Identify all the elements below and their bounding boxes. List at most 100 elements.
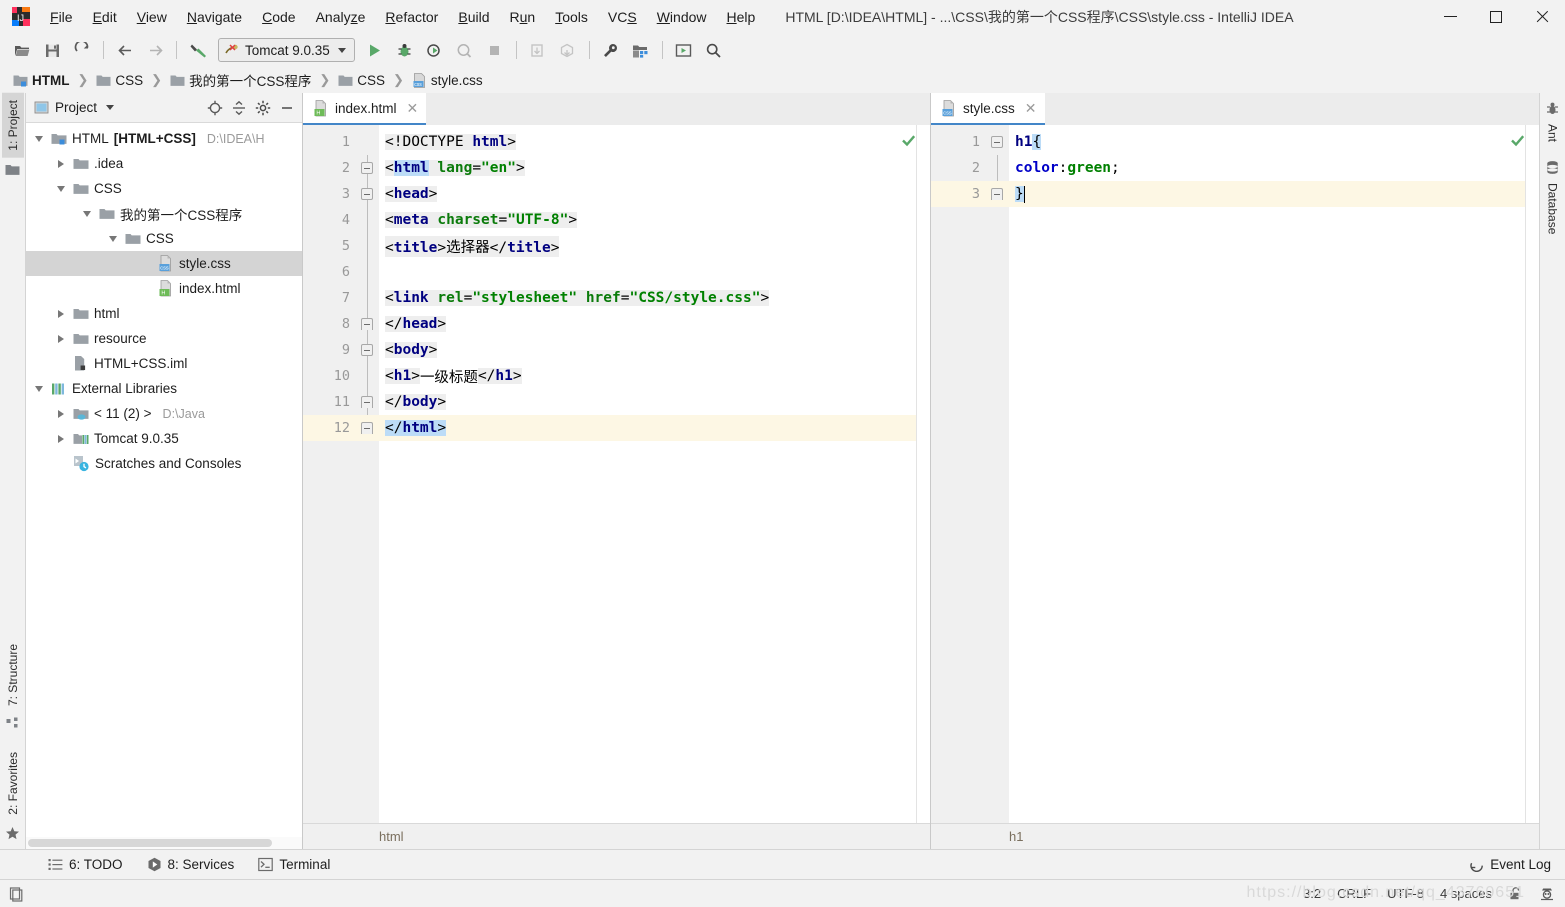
fold-marker[interactable] [361, 162, 373, 174]
html-element-breadcrumb[interactable]: html [303, 823, 930, 849]
tree-row-style-css[interactable]: css style.css [26, 251, 302, 276]
close-icon[interactable]: ✕ [1025, 100, 1037, 117]
menu-help[interactable]: Help [717, 5, 766, 29]
chevron-down-icon[interactable] [32, 385, 46, 392]
search-everywhere-icon[interactable] [700, 37, 728, 63]
menu-run[interactable]: Run [500, 5, 546, 29]
chevron-down-icon[interactable] [54, 185, 68, 192]
hammer-icon[interactable] [184, 37, 212, 63]
refresh-icon[interactable] [68, 37, 96, 63]
chevron-down-icon[interactable] [106, 235, 120, 242]
line-separator[interactable]: CRLF [1337, 886, 1371, 901]
unlocked-icon[interactable] [1508, 886, 1523, 901]
caret-position[interactable]: 3:2 [1303, 886, 1321, 901]
run-play-icon[interactable] [361, 37, 389, 63]
chevron-right-icon[interactable] [54, 309, 68, 318]
wrench-icon[interactable] [597, 37, 625, 63]
menu-file[interactable]: File [40, 5, 83, 29]
tree-row-css-sub[interactable]: CSS [26, 226, 302, 251]
maximize-button[interactable] [1473, 0, 1519, 33]
open-folder-icon[interactable] [8, 37, 36, 63]
file-encoding[interactable]: UTF-8 [1387, 886, 1424, 901]
chevron-right-icon[interactable] [54, 409, 68, 418]
inspection-status-icon[interactable] [901, 133, 916, 148]
select-opened-file-button[interactable] [204, 97, 226, 119]
menu-window[interactable]: Window [647, 5, 717, 29]
html-fold-gutter[interactable] [357, 125, 379, 823]
fold-end-marker[interactable] [361, 396, 373, 408]
sidebar-item-ant[interactable]: Ant [1542, 118, 1564, 148]
minimize-button[interactable] [1427, 0, 1473, 33]
breadcrumb-item-css[interactable]: CSS [93, 72, 146, 89]
debug-bug-icon[interactable] [391, 37, 419, 63]
tab-index-html[interactable]: H index.html ✕ [303, 93, 427, 125]
fold-marker[interactable] [361, 188, 373, 200]
run-configuration-selector[interactable]: Tomcat 9.0.35 [218, 38, 355, 62]
tool-window-terminal[interactable]: Terminal [248, 854, 340, 875]
tree-row-my-first-css-program[interactable]: 我的第一个CSS程序 [26, 201, 302, 226]
tree-row-tomcat-library[interactable]: Tomcat 9.0.35 [26, 426, 302, 451]
breadcrumb-item-css-sub[interactable]: CSS [335, 72, 388, 89]
tree-row-scratches-and-consoles[interactable]: Scratches and Consoles [26, 451, 302, 476]
menu-refactor[interactable]: Refactor [375, 5, 448, 29]
menu-code[interactable]: Code [252, 5, 305, 29]
inspector-icon[interactable] [1539, 886, 1555, 902]
html-marker-gutter[interactable] [916, 125, 930, 823]
close-icon[interactable]: ✕ [407, 100, 419, 117]
fold-marker[interactable] [991, 136, 1003, 148]
update-project-icon[interactable] [524, 37, 552, 63]
project-view-selector[interactable]: Project [34, 100, 115, 115]
fold-marker[interactable] [361, 344, 373, 356]
tree-row-iml-file[interactable]: HTML+CSS.iml [26, 351, 302, 376]
fold-end-marker[interactable] [991, 188, 1003, 200]
sidebar-item-favorites[interactable]: 2: Favorites [2, 745, 24, 822]
breadcrumb-item-project-folder[interactable]: 我的第一个CSS程序 [167, 69, 314, 91]
css-code-area[interactable]: 1 2 3 h1 { color: green; } [931, 125, 1539, 823]
save-icon[interactable] [38, 37, 66, 63]
chevron-down-icon[interactable] [80, 210, 94, 217]
sidebar-item-database[interactable]: Database [1542, 177, 1564, 240]
tree-row-css[interactable]: CSS [26, 176, 302, 201]
arrow-left-icon[interactable] [111, 37, 139, 63]
sidebar-item-project[interactable]: 1: Project [1, 93, 24, 158]
chevron-right-icon[interactable] [54, 159, 68, 168]
event-log-button[interactable]: Event Log [1469, 857, 1551, 872]
tool-window-services[interactable]: 8: Services [137, 854, 245, 875]
html-code-area[interactable]: 1 2 3 4 5 6 7 8 9 10 11 12 <!DOCTYPE htm… [303, 125, 930, 823]
run-with-coverage-icon[interactable] [421, 37, 449, 63]
css-source-code[interactable]: h1 { color: green; } [1009, 125, 1525, 823]
profile-icon[interactable] [451, 37, 479, 63]
close-button[interactable] [1519, 0, 1565, 33]
tab-style-css[interactable]: css style.css ✕ [931, 93, 1045, 125]
tree-row-html-folder[interactable]: html [26, 301, 302, 326]
project-structure-icon[interactable] [627, 37, 655, 63]
hide-button[interactable] [276, 97, 298, 119]
css-element-breadcrumb[interactable]: h1 [931, 823, 1539, 849]
menu-navigate[interactable]: Navigate [177, 5, 252, 29]
tree-row-external-libraries[interactable]: External Libraries [26, 376, 302, 401]
breadcrumb-item-stylecss[interactable]: css style.css [409, 72, 486, 89]
tree-row-jdk[interactable]: < 11 (2) > D:\Java [26, 401, 302, 426]
breadcrumb-item-html[interactable]: HTML [10, 72, 73, 89]
html-source-code[interactable]: <!DOCTYPE html> <html lang="en"> <head> … [379, 125, 916, 823]
fold-end-marker[interactable] [361, 422, 373, 434]
tree-row-resource[interactable]: resource [26, 326, 302, 351]
tree-row-html-module[interactable]: HTML [HTML+CSS] D:\IDEA\H [26, 126, 302, 151]
chevron-right-icon[interactable] [54, 334, 68, 343]
tree-row-index-html[interactable]: H index.html [26, 276, 302, 301]
sidebar-item-structure[interactable]: 7: Structure [2, 637, 24, 713]
css-marker-gutter[interactable] [1525, 125, 1539, 823]
menu-tools[interactable]: Tools [545, 5, 598, 29]
project-tree-horizontal-scrollbar[interactable] [26, 837, 302, 849]
chevron-right-icon[interactable] [54, 434, 68, 443]
memory-indicator-icon[interactable] [8, 886, 24, 902]
tree-row-idea[interactable]: .idea [26, 151, 302, 176]
arrow-right-icon[interactable] [141, 37, 169, 63]
stop-icon[interactable] [481, 37, 509, 63]
collapse-all-button[interactable] [228, 97, 250, 119]
tool-window-todo[interactable]: 6: TODO [38, 854, 133, 875]
inspection-status-icon[interactable] [1510, 133, 1525, 148]
commit-icon[interactable] [554, 37, 582, 63]
menu-view[interactable]: View [127, 5, 177, 29]
menu-vcs[interactable]: VCS [598, 5, 647, 29]
